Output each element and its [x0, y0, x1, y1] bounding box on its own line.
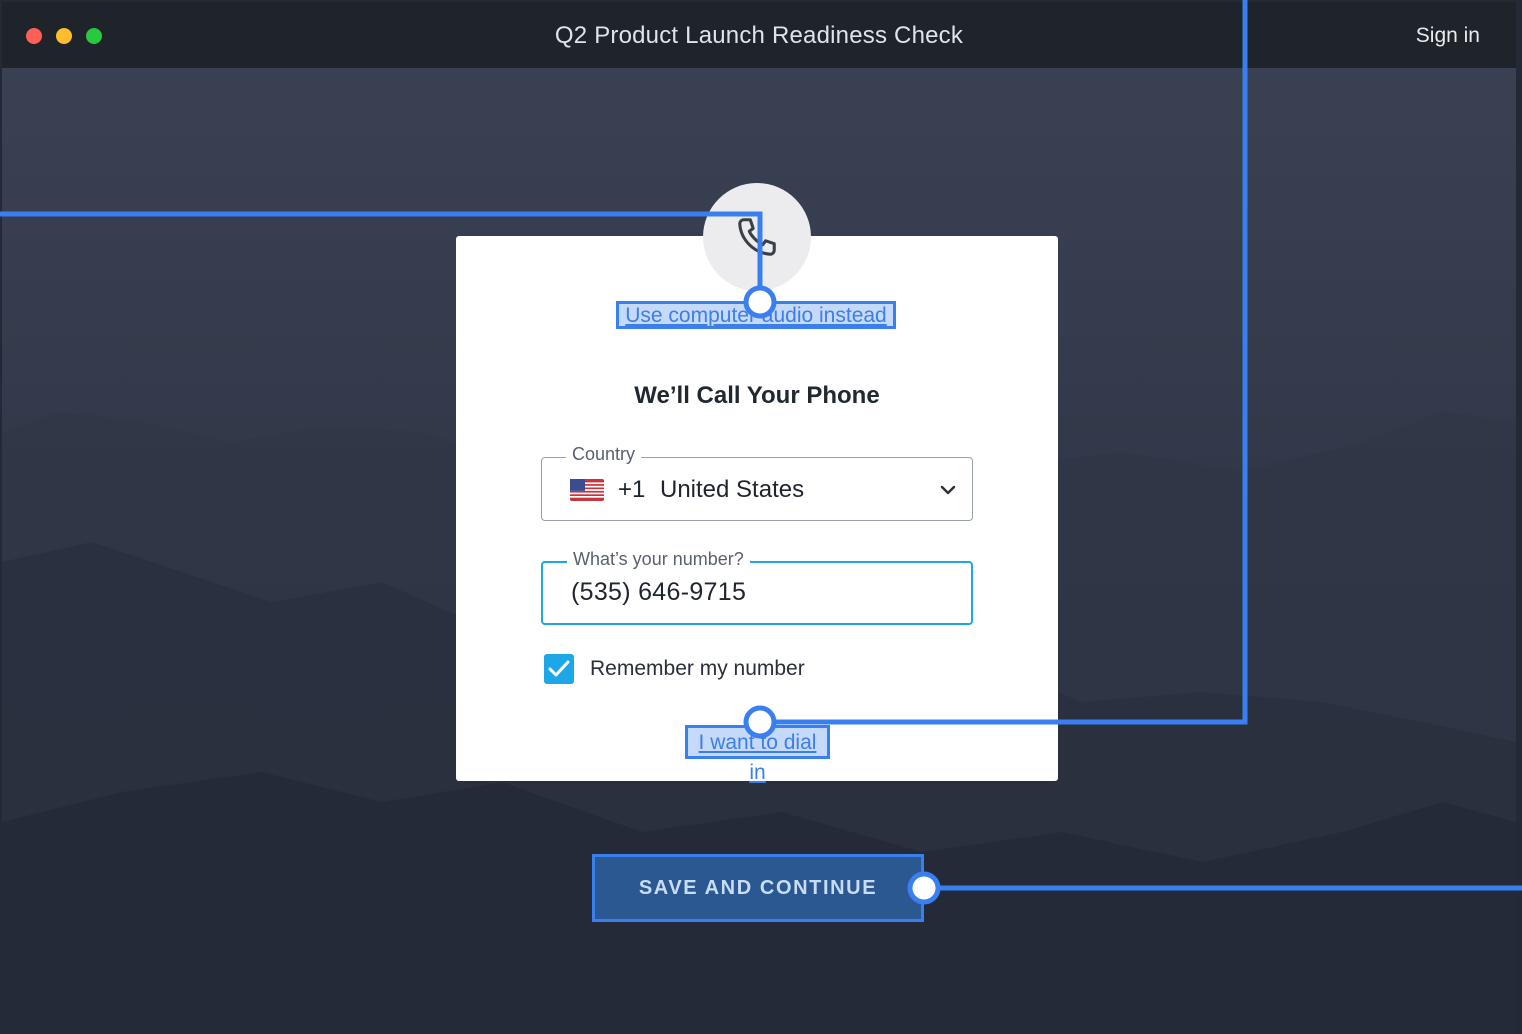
- save-and-continue-button[interactable]: SAVE AND CONTINUE: [592, 854, 924, 922]
- phone-number-value: (535) 646-9715: [571, 578, 747, 606]
- phone-number-input[interactable]: What’s your number? (535) 646-9715: [541, 549, 973, 625]
- dialog-heading: We’ll Call Your Phone: [634, 382, 880, 409]
- dial-in-link[interactable]: I want to dial in: [685, 725, 830, 784]
- title-bar: Q2 Product Launch Readiness Check Sign i…: [2, 2, 1516, 68]
- country-name: United States: [660, 476, 805, 503]
- country-label: Country: [566, 444, 642, 465]
- remember-number-label: Remember my number: [590, 657, 805, 680]
- use-computer-audio-link[interactable]: Use computer audio instead: [616, 301, 896, 329]
- phone-icon: [738, 218, 776, 256]
- country-select[interactable]: Country +1 United States: [541, 444, 973, 521]
- remember-number-checkbox[interactable]: [544, 654, 574, 684]
- chevron-down-icon: [940, 485, 956, 495]
- checkmark-icon: [548, 660, 570, 677]
- phone-number-label: What’s your number?: [567, 549, 750, 570]
- sign-in-button[interactable]: Sign in: [1416, 24, 1480, 48]
- window-title: Q2 Product Launch Readiness Check: [554, 22, 964, 49]
- phone-icon-badge: [703, 183, 811, 291]
- country-code: +1: [618, 476, 646, 503]
- us-flag-icon: [570, 479, 604, 501]
